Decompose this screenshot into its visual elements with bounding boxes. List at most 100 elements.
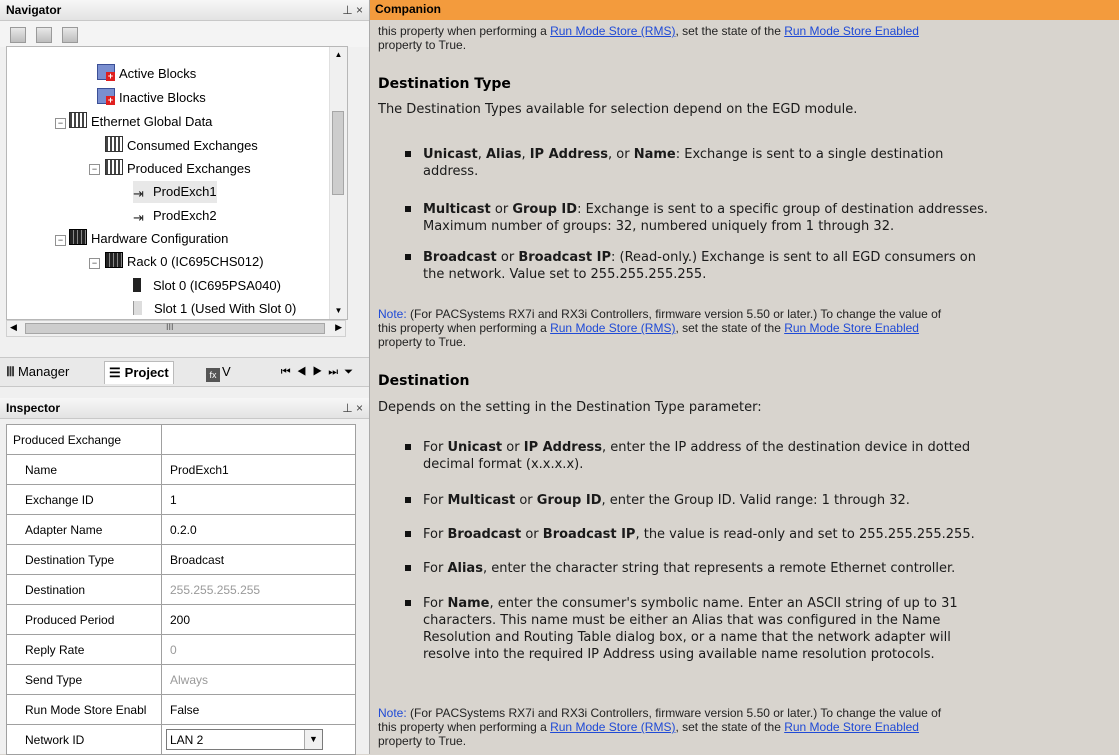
hscroll-thumb[interactable]: III <box>25 322 325 334</box>
property-value[interactable]: ProdExch1 <box>161 454 356 485</box>
list-item: Multicast or Group ID: Exchange is sent … <box>405 201 1119 235</box>
tree-item-hardware-configuration[interactable]: Hardware Configuration <box>69 228 228 250</box>
collapse-hardware-icon[interactable]: − <box>55 235 66 246</box>
dropdown-arrow-icon[interactable]: ▼ <box>304 730 322 749</box>
tab-manager[interactable]: Ⅲ Manager <box>6 361 69 383</box>
property-value: 0 <box>161 634 356 665</box>
property-value: 255.255.255.255 <box>161 574 356 605</box>
tab-project[interactable]: ☰ Project <box>104 361 174 384</box>
scroll-up-icon[interactable]: ▲ <box>330 47 347 63</box>
left-pane: Navigator ⊥ × Active Blocks Inactive Blo… <box>0 0 369 755</box>
top-note: this property when performing a Run Mode… <box>378 24 919 52</box>
tree-item-slot0[interactable]: Slot 0 (IC695PSA040) <box>133 275 281 297</box>
list-item: For Name, enter the consumer's symbolic … <box>405 595 1119 663</box>
property-row[interactable]: Send Type Always <box>6 664 356 695</box>
slot-icon <box>133 301 150 315</box>
property-value[interactable]: 200 <box>161 604 356 635</box>
egd-icon <box>69 112 87 128</box>
tree-vertical-scrollbar[interactable]: ▲ ▼ <box>329 47 347 319</box>
property-value[interactable]: False <box>161 694 356 725</box>
property-value: Always <box>161 664 356 695</box>
property-row[interactable]: Produced Period 200 <box>6 604 356 635</box>
property-value[interactable]: Broadcast <box>161 544 356 575</box>
list-item: For Unicast or IP Address, enter the IP … <box>405 439 1119 473</box>
rack-icon <box>69 229 87 245</box>
tree-item-slot1[interactable]: Slot 1 (Used With Slot 0) <box>133 298 296 319</box>
list-item: For Alias, enter the character string th… <box>405 560 1119 577</box>
property-row[interactable]: Name ProdExch1 <box>6 454 356 485</box>
rms-enabled-link[interactable]: Run Mode Store Enabled <box>784 321 919 335</box>
property-group-row: Produced Exchange <box>6 424 356 455</box>
block-icon <box>97 88 115 105</box>
block-icon <box>97 64 115 81</box>
destination-intro: Depends on the setting in the Destinatio… <box>378 400 762 415</box>
tree-item-consumed-exchanges[interactable]: Consumed Exchanges <box>105 135 258 157</box>
tree-item-ethernet-global-data[interactable]: Ethernet Global Data <box>69 111 212 133</box>
toolbar-grid-icon[interactable] <box>62 27 78 43</box>
slot-icon <box>133 278 149 292</box>
firmware-note: Note: (For PACSystems RX7i and RX3i Cont… <box>378 307 942 349</box>
tree-item-rack0[interactable]: Rack 0 (IC695CHS012) <box>105 251 264 273</box>
property-value-cell: LAN 2 ▼ <box>161 724 356 755</box>
rms-link[interactable]: Run Mode Store (RMS) <box>550 24 675 38</box>
tree-item-prodexch1[interactable]: ⇥ ProdExch1 <box>133 181 217 203</box>
manager-icon: Ⅲ <box>6 364 15 379</box>
property-row[interactable]: Run Mode Store Enabl False <box>6 694 356 725</box>
firmware-note-2: Note: (For PACSystems RX7i and RX3i Cont… <box>378 706 942 748</box>
companion-panel: Companion this property when performing … <box>369 0 1119 754</box>
property-row[interactable]: Adapter Name 0.2.0 <box>6 514 356 545</box>
navigator-tabbar: Ⅲ Manager ☰ Project fx V ⏮◀▶⏭⏷ <box>0 357 369 387</box>
collapse-rack-icon[interactable]: − <box>89 258 100 269</box>
destination-heading: Destination <box>378 373 470 389</box>
project-tree[interactable]: Active Blocks Inactive Blocks − Ethernet… <box>6 46 348 320</box>
tree-horizontal-scrollbar[interactable]: ◀ III ▶ <box>6 320 346 337</box>
scroll-left-icon[interactable]: ◀ <box>10 322 17 333</box>
pin-close-icon[interactable]: ⊥ × <box>342 0 363 20</box>
property-row[interactable]: Reply Rate 0 <box>6 634 356 665</box>
exchange-icon: ⇥ <box>133 186 144 201</box>
rms-enabled-link[interactable]: Run Mode Store Enabled <box>784 720 919 734</box>
rms-link[interactable]: Run Mode Store (RMS) <box>550 321 675 335</box>
collapse-produced-icon[interactable]: − <box>89 164 100 175</box>
tab-scroll-arrows[interactable]: ⏮◀▶⏭⏷ <box>281 361 359 383</box>
tree-item-prodexch2[interactable]: ⇥ ProdExch2 <box>133 205 217 227</box>
toolbar-filter-icon[interactable] <box>36 27 52 43</box>
egd-icon <box>105 136 123 152</box>
rms-enabled-link[interactable]: Run Mode Store Enabled <box>784 24 919 38</box>
rms-link[interactable]: Run Mode Store (RMS) <box>550 720 675 734</box>
inspector-panel: Inspector ⊥ × Produced Exchange Name Prod… <box>0 398 369 755</box>
property-row[interactable]: Network ID LAN 2 ▼ <box>6 724 356 755</box>
function-icon: fx <box>206 368 220 382</box>
destination-type-intro: The Destination Types available for sele… <box>378 102 858 117</box>
group-label: Produced Exchange <box>6 424 162 455</box>
property-grid: Produced Exchange Name ProdExch1 Exchange… <box>6 424 356 755</box>
property-row[interactable]: Destination 255.255.255.255 <box>6 574 356 605</box>
egd-icon <box>105 159 123 175</box>
companion-title: Companion <box>370 0 1119 20</box>
exchange-icon: ⇥ <box>133 210 144 225</box>
list-item: Broadcast or Broadcast IP: (Read-only.) … <box>405 249 1119 283</box>
rack-icon <box>105 252 123 268</box>
navigator-title-bar: Navigator ⊥ × <box>0 0 369 21</box>
tree-item-inactive-blocks[interactable]: Inactive Blocks <box>97 87 206 109</box>
destination-type-heading: Destination Type <box>378 76 511 92</box>
tree-item-produced-exchanges[interactable]: Produced Exchanges <box>105 158 251 180</box>
project-icon: ☰ <box>109 365 121 380</box>
scroll-down-icon[interactable]: ▼ <box>330 303 347 319</box>
tree-item-active-blocks[interactable]: Active Blocks <box>97 63 196 85</box>
pin-close-icon[interactable]: ⊥ × <box>342 398 363 418</box>
list-item: For Multicast or Group ID, enter the Gro… <box>405 492 1119 509</box>
navigator-title: Navigator <box>6 3 62 17</box>
property-value[interactable]: 0.2.0 <box>161 514 356 545</box>
toolbar-view-icon[interactable] <box>10 27 26 43</box>
inspector-title-bar: Inspector ⊥ × <box>0 398 369 419</box>
collapse-egd-icon[interactable]: − <box>55 118 66 129</box>
property-row[interactable]: Exchange ID 1 <box>6 484 356 515</box>
property-value[interactable]: 1 <box>161 484 356 515</box>
property-row[interactable]: Destination Type Broadcast <box>6 544 356 575</box>
tab-variables[interactable]: fx V <box>206 361 231 383</box>
inspector-title: Inspector <box>6 401 61 415</box>
network-id-select[interactable]: LAN 2 ▼ <box>166 729 323 750</box>
scroll-thumb[interactable] <box>332 111 344 195</box>
scroll-right-icon[interactable]: ▶ <box>335 322 342 333</box>
